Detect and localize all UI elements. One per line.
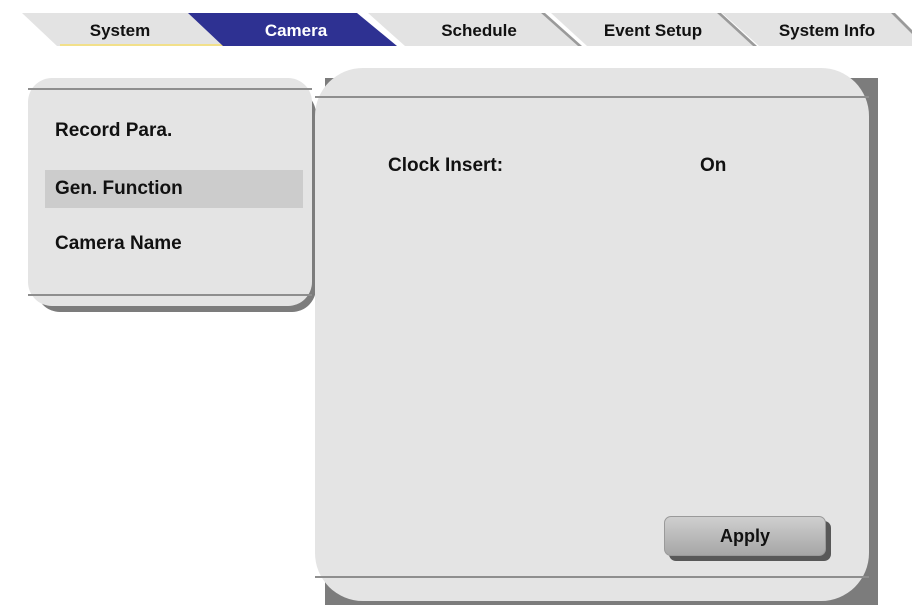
clock-insert-value[interactable]: On xyxy=(700,155,726,177)
submenu-bottom-divider xyxy=(28,294,312,296)
tab-schedule[interactable]: Schedule xyxy=(414,20,544,42)
clock-insert-label: Clock Insert: xyxy=(388,155,504,176)
submenu-item-camera-name[interactable]: Camera Name xyxy=(45,225,303,263)
submenu-item-gen-function[interactable]: Gen. Function xyxy=(45,170,303,208)
tab-bar: System Camera Schedule Event Setup Syste… xyxy=(0,0,913,48)
submenu-top-divider xyxy=(28,88,312,90)
main-top-divider xyxy=(315,96,869,98)
tab-system-info[interactable]: System Info xyxy=(757,20,897,42)
submenu-item-record-para[interactable]: Record Para. xyxy=(45,112,303,150)
main-bottom-divider xyxy=(315,576,869,578)
apply-button[interactable]: Apply xyxy=(664,516,826,556)
tab-event-setup[interactable]: Event Setup xyxy=(588,20,718,42)
tab-system[interactable]: System xyxy=(60,20,180,42)
tab-camera[interactable]: Camera xyxy=(236,20,356,42)
